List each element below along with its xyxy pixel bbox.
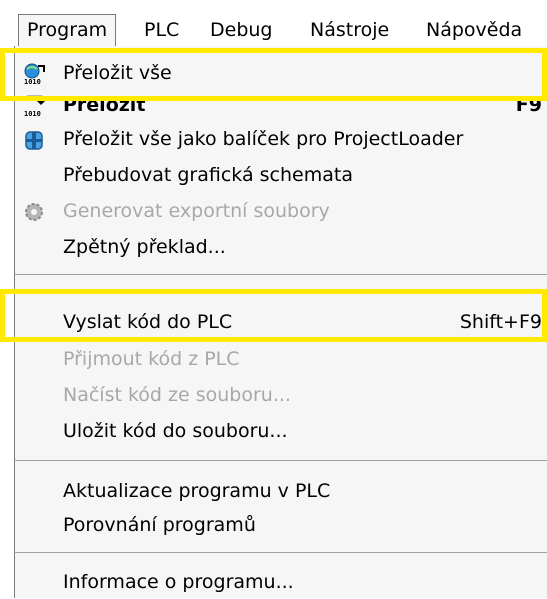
menu-item-label: Aktualizace programu v PLC xyxy=(63,480,331,502)
menu-item-receive-code: Přijmout kód z PLC xyxy=(15,342,547,376)
menu-program[interactable]: Program xyxy=(18,14,117,46)
menu-debug[interactable]: Debug xyxy=(202,14,280,46)
menu-item-send-code[interactable]: Vyslat kód do PLC Shift+F9 xyxy=(15,305,547,339)
menu-item-compile-all[interactable]: 1010 Přeložit vše xyxy=(15,56,547,90)
menu-separator xyxy=(14,274,547,275)
menu-item-program-info[interactable]: Informace o programu... xyxy=(15,565,547,599)
menu-item-rebuild-schemes[interactable]: Přebudovat grafická schemata xyxy=(15,158,547,192)
menu-item-label: Porovnání programů xyxy=(63,514,256,536)
menu-item-label: Přijmout kód z PLC xyxy=(63,348,240,370)
menu-item-label: Zpětný překlad... xyxy=(63,236,226,258)
menu-item-compile-package[interactable]: Přeložit vše jako balíček pro ProjectLoa… xyxy=(15,122,547,156)
program-dropdown-menu: 1010 Přeložit vše 1010 Přeložit F9 Přelo… xyxy=(14,46,547,598)
gear-icon xyxy=(23,200,47,222)
menu-item-compare-programs[interactable]: Porovnání programů xyxy=(15,508,547,542)
menu-item-label: Načíst kód ze souboru... xyxy=(63,384,291,406)
menu-separator xyxy=(14,552,547,553)
package-icon xyxy=(23,128,47,150)
menu-item-shortcut: F9 xyxy=(515,94,542,116)
menu-item-label: Informace o programu... xyxy=(63,571,294,593)
menu-item-shortcut: Shift+F9 xyxy=(459,311,542,333)
menu-item-update-program[interactable]: Aktualizace programu v PLC xyxy=(15,474,547,508)
menu-help[interactable]: Nápověda xyxy=(418,14,530,46)
menu-plc[interactable]: PLC xyxy=(136,14,187,46)
menu-item-label: Generovat exportní soubory xyxy=(63,200,330,222)
menu-item-label: Uložit kód do souboru... xyxy=(63,420,288,442)
menu-item-label: Přeložit vše xyxy=(63,62,172,84)
menu-item-reverse-translation[interactable]: Zpětný překlad... xyxy=(15,230,547,264)
menu-item-save-code[interactable]: Uložit kód do souboru... xyxy=(15,414,547,448)
menu-item-generate-export: Generovat exportní soubory xyxy=(15,194,547,228)
menu-item-label: Přeložit vše jako balíček pro ProjectLoa… xyxy=(63,128,464,150)
svg-text:1010: 1010 xyxy=(24,78,41,85)
menu-item-compile[interactable]: 1010 Přeložit F9 xyxy=(15,88,547,122)
compile-icon: 1010 xyxy=(23,94,47,118)
compile-all-icon: 1010 xyxy=(23,62,47,86)
menu-item-load-code: Načíst kód ze souboru... xyxy=(15,378,547,412)
svg-text:1010: 1010 xyxy=(24,110,41,117)
menu-item-label: Přeložit xyxy=(63,94,146,116)
menu-tools[interactable]: Nástroje xyxy=(302,14,397,46)
menu-item-label: Přebudovat grafická schemata xyxy=(63,164,353,186)
menu-item-label: Vyslat kód do PLC xyxy=(63,311,233,333)
menu-separator xyxy=(14,460,547,461)
menubar: Program PLC Debug Nástroje Nápověda xyxy=(0,0,547,46)
